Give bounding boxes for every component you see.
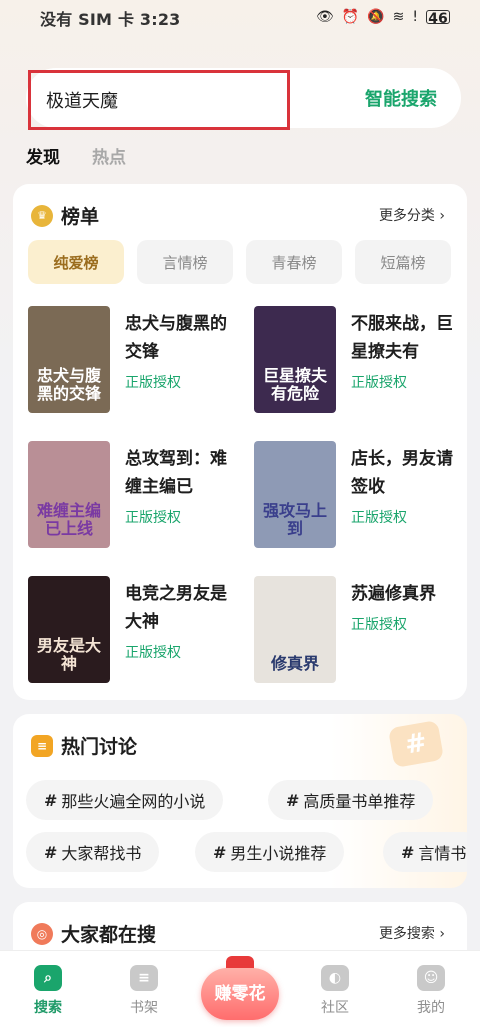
popular-search-header: ◎ 大家都在搜 bbox=[31, 920, 156, 947]
nav-label: 书架 bbox=[130, 1000, 158, 1016]
discussion-title: 热门讨论 bbox=[61, 736, 138, 758]
nav-label: 我的 bbox=[417, 1000, 445, 1016]
book-title[interactable]: 店长，男友请签收 bbox=[351, 445, 456, 501]
search-icon: ◎ bbox=[31, 922, 53, 945]
battery-icon: 46 bbox=[426, 10, 450, 27]
book-cover[interactable]: 忠犬与腹黑的交锋 bbox=[28, 306, 110, 413]
book-cover-title: 忠犬与腹黑的交锋 bbox=[36, 366, 101, 403]
book-cover[interactable]: 难缠主编已上线 bbox=[28, 441, 110, 548]
license-badge: 正版授权 bbox=[351, 510, 407, 526]
chip-short[interactable]: 短篇榜 bbox=[355, 240, 451, 284]
book-cover-title: 巨星撩夫有危险 bbox=[262, 366, 327, 403]
nav-mine[interactable]: ☺ 我的 bbox=[401, 965, 461, 1017]
book-info: 不服来战，巨星撩夫有正版授权 bbox=[351, 306, 456, 413]
topic-chip[interactable]: # 那些火遍全网的小说 bbox=[26, 780, 224, 820]
book-title[interactable]: 总攻驾到：难缠主编已 bbox=[125, 445, 230, 501]
chip-youth[interactable]: 青春榜 bbox=[246, 240, 342, 284]
wifi-icon: ≋ bbox=[392, 9, 405, 25]
search-bar: 极道天魔 智能搜索 bbox=[26, 68, 461, 130]
ranking-header: ♛ 榜单 bbox=[31, 202, 99, 229]
bookshelf-icon: ≡ bbox=[130, 965, 158, 991]
book-title[interactable]: 苏遍修真界 bbox=[351, 580, 456, 608]
more-categories-link[interactable]: 更多分类 › bbox=[379, 205, 445, 225]
book-cover-title: 强攻马上到 bbox=[262, 501, 327, 538]
book-info: 电竞之男友是大神正版授权 bbox=[125, 576, 230, 683]
nav-community[interactable]: ◐ 社区 bbox=[305, 965, 365, 1017]
book-cover[interactable]: 巨星撩夫有危险 bbox=[254, 306, 336, 413]
book-item[interactable]: 男友是大神 电竞之男友是大神正版授权 bbox=[28, 576, 254, 683]
book-item[interactable]: 强攻马上到 店长，男友请签收正版授权 bbox=[254, 441, 468, 548]
status-text: 没有 SIM 卡 3:23 bbox=[40, 10, 181, 29]
book-item[interactable]: 修真界 苏遍修真界正版授权 bbox=[254, 576, 468, 683]
book-info: 店长，男友请签收正版授权 bbox=[351, 441, 456, 548]
hash-icon: # bbox=[44, 842, 58, 862]
profile-icon: ☺ bbox=[417, 965, 445, 991]
book-cover[interactable]: 男友是大神 bbox=[28, 576, 110, 683]
book-title[interactable]: 忠犬与腹黑的交锋 bbox=[125, 310, 230, 366]
topic-label: 高质量书单推荐 bbox=[303, 792, 416, 811]
topic-label: 男生小说推荐 bbox=[230, 844, 327, 863]
topic-chip[interactable]: # 言情书 bbox=[383, 832, 467, 872]
eye-icon: 👁 bbox=[315, 9, 334, 25]
topic-label: 那些火遍全网的小说 bbox=[61, 792, 206, 811]
hash-icon: # bbox=[213, 842, 227, 862]
discussion-header: ≡ 热门讨论 bbox=[31, 732, 137, 759]
book-info: 苏遍修真界 正版授权 bbox=[351, 576, 456, 683]
hash-icon: # bbox=[44, 790, 58, 810]
alarm-icon: ⏰ bbox=[341, 9, 360, 25]
ranking-card: ♛ 榜单 更多分类 › 纯爱榜 言情榜 青春榜 短篇榜 忠犬与腹黑的交锋 忠犬与腹… bbox=[13, 184, 467, 700]
popular-search-title: 大家都在搜 bbox=[61, 924, 157, 946]
license-badge: 正版授权 bbox=[351, 617, 407, 633]
tab-discover[interactable]: 发现 bbox=[26, 143, 60, 168]
license-badge: 正版授权 bbox=[125, 645, 181, 661]
license-badge: 正版授权 bbox=[125, 510, 181, 526]
search-input[interactable]: 极道天魔 bbox=[28, 70, 290, 130]
nav-search[interactable]: ⌕ 搜索 bbox=[18, 965, 78, 1017]
book-cover-title: 难缠主编已上线 bbox=[36, 501, 101, 538]
license-badge: 正版授权 bbox=[125, 375, 181, 391]
book-grid: 忠犬与腹黑的交锋 忠犬与腹黑的交锋 正版授权 巨星撩夫有危险 不服来战，巨星撩夫有 正版授… bbox=[28, 306, 468, 683]
topic-label: 大家帮找书 bbox=[61, 844, 142, 863]
ranking-title: 榜单 bbox=[61, 206, 100, 228]
nav-bookshelf[interactable]: ≡ 书架 bbox=[114, 965, 174, 1017]
crown-icon: ♛ bbox=[31, 204, 53, 227]
hash-icon: # bbox=[401, 842, 415, 862]
earn-pocket-money-button[interactable]: 赚零花 bbox=[201, 968, 279, 1020]
book-info: 总攻驾到：难缠主编已正版授权 bbox=[125, 441, 230, 548]
topic-label: 言情书 bbox=[418, 844, 467, 863]
alert-icon: ! bbox=[412, 9, 418, 25]
smart-search-button[interactable]: 智能搜索 bbox=[365, 85, 437, 111]
topic-chip[interactable]: # 大家帮找书 bbox=[26, 832, 160, 872]
book-cover[interactable]: 修真界 bbox=[254, 576, 336, 683]
tab-hot[interactable]: 热点 bbox=[92, 143, 126, 168]
mute-icon: 🔕 bbox=[367, 9, 385, 25]
nav-label: 搜索 bbox=[34, 1000, 62, 1016]
book-title[interactable]: 电竞之男友是大神 bbox=[125, 580, 230, 636]
search-nav-icon: ⌕ bbox=[34, 965, 62, 991]
book-cover-title: 男友是大神 bbox=[36, 636, 101, 673]
top-tabs: 发现 热点 bbox=[26, 143, 126, 168]
topic-chip[interactable]: # 高质量书单推荐 bbox=[268, 780, 434, 820]
chip-danmei[interactable]: 纯爱榜 bbox=[28, 240, 124, 284]
book-item[interactable]: 忠犬与腹黑的交锋 忠犬与腹黑的交锋 正版授权 bbox=[28, 306, 254, 413]
more-search-link[interactable]: 更多搜索 › bbox=[379, 923, 445, 943]
status-icons: 👁 ⏰ 🔕 ≋ ! 46 bbox=[315, 9, 450, 27]
nav-label: 社区 bbox=[321, 1000, 349, 1016]
book-title[interactable]: 不服来战，巨星撩夫有 bbox=[351, 310, 456, 366]
book-cover[interactable]: 强攻马上到 bbox=[254, 441, 336, 548]
topic-chip[interactable]: # 男生小说推荐 bbox=[195, 832, 345, 872]
chat-icon: ≡ bbox=[31, 734, 53, 757]
status-bar: 没有 SIM 卡 3:23 👁 ⏰ 🔕 ≋ ! 46 bbox=[0, 0, 480, 36]
hash-decoration-icon: # bbox=[387, 719, 445, 769]
license-badge: 正版授权 bbox=[351, 375, 407, 391]
hash-icon: # bbox=[286, 790, 300, 810]
book-info: 忠犬与腹黑的交锋正版授权 bbox=[125, 306, 230, 413]
discussion-card: # ≡ 热门讨论 # 那些火遍全网的小说 # 高质量书单推荐 # 大家帮找书 # 男生小… bbox=[13, 714, 467, 888]
book-item[interactable]: 难缠主编已上线 总攻驾到：难缠主编已正版授权 bbox=[28, 441, 254, 548]
book-cover-title: 修真界 bbox=[270, 654, 319, 673]
community-icon: ◐ bbox=[321, 965, 349, 991]
chip-romance[interactable]: 言情榜 bbox=[137, 240, 233, 284]
ranking-chips: 纯爱榜 言情榜 青春榜 短篇榜 bbox=[28, 240, 451, 284]
book-item[interactable]: 巨星撩夫有危险 不服来战，巨星撩夫有正版授权 bbox=[254, 306, 468, 413]
